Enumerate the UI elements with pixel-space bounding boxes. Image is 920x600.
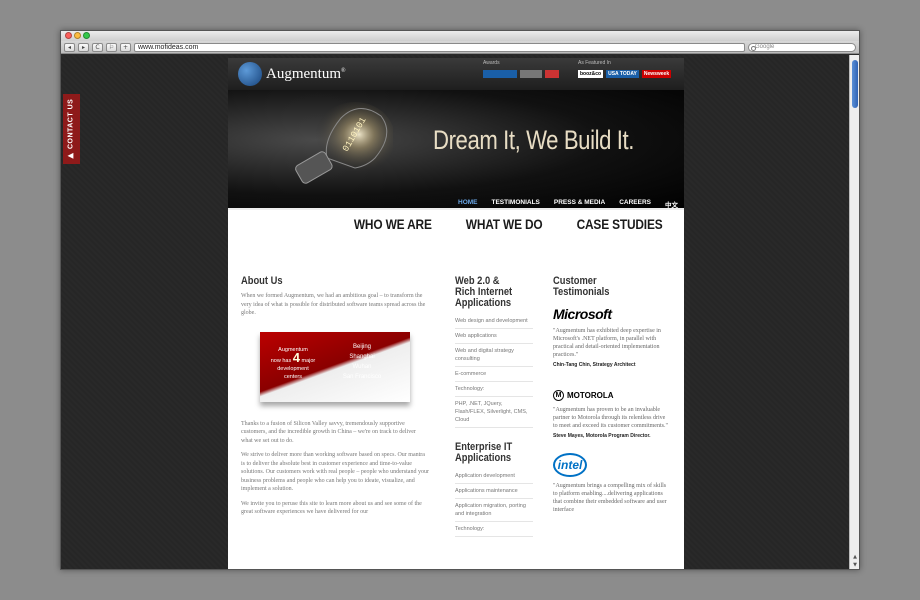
slide-line4: development xyxy=(277,365,309,372)
testimonial-author: Chin-Tang Chin, Strategy Architect xyxy=(553,362,636,368)
augmentum-logo[interactable]: Augmentum® xyxy=(238,62,346,86)
about-title: About Us xyxy=(241,275,283,287)
featured-badge-newsweek: Newsweek xyxy=(641,70,672,78)
slide-number: 4 xyxy=(292,349,300,365)
bookmark-button[interactable]: ⚐ xyxy=(106,42,117,52)
hero-slogan: Dream It, We Build It. xyxy=(433,125,634,155)
browser-window: ◂ ▸ C ⚐ + www.mofideas.com Google ▶ CONT… xyxy=(60,30,860,570)
service-item[interactable]: Web and digital strategy consulting xyxy=(455,344,533,367)
logo-text: Augmentum xyxy=(266,65,341,82)
city-beijing: Beijing xyxy=(352,343,371,350)
hero-banner: 0110101 Dream It, We Build It. HOME TEST… xyxy=(228,90,684,210)
service-item[interactable]: Web applications xyxy=(455,329,533,344)
title-bar xyxy=(61,31,859,41)
add-bookmark-button[interactable]: + xyxy=(120,42,131,52)
service-item: PHP, .NET, JQuery, Flash/FLEX, Silverlig… xyxy=(455,397,533,428)
service-item[interactable]: E-commerce xyxy=(455,367,533,382)
web-viewport: ▶ CONTACT US Augmentum® Awards As Featur… xyxy=(61,55,851,569)
menu-case-studies[interactable]: CASE STUDIES xyxy=(577,216,663,232)
minimize-window-icon[interactable] xyxy=(74,32,81,39)
service-item[interactable]: Application migration, porting and integ… xyxy=(455,499,533,522)
registered-mark: ® xyxy=(341,67,346,74)
scroll-up-icon[interactable]: ▲ xyxy=(851,554,859,561)
city-shanghai: Shanghai xyxy=(349,353,375,360)
section-menu: WHO WE ARE WHAT WE DO CASE STUDIES xyxy=(228,210,684,238)
service-item[interactable]: Application development xyxy=(455,469,533,484)
scrollbar-thumb[interactable] xyxy=(852,60,858,108)
close-window-icon[interactable] xyxy=(65,32,72,39)
motorola-m-icon: M xyxy=(553,390,564,401)
lightbulb-icon: 0110101 xyxy=(295,102,393,184)
featured-badge-usatoday: USA TODAY xyxy=(606,70,639,78)
about-intro: When we formed Augmentum, we had an ambi… xyxy=(241,293,426,316)
centers-graphic: Augmentum now has 4 major development ce… xyxy=(260,331,410,402)
award-badge-2 xyxy=(520,70,542,78)
address-bar[interactable]: www.mofideas.com xyxy=(134,42,745,52)
services-column: Web 2.0 & Rich Internet Applications Web… xyxy=(455,276,533,537)
site-header: Augmentum® Awards As Featured In booz&co… xyxy=(228,58,684,90)
microsoft-logo: Microsoft xyxy=(553,306,612,322)
motorola-name: MOTOROLA xyxy=(567,391,614,400)
award-badge-3 xyxy=(545,70,559,78)
city-wuhan: Wuhan xyxy=(352,363,372,370)
reload-button[interactable]: C xyxy=(92,42,103,52)
web-services-list: Web design and development Web applicati… xyxy=(455,314,533,428)
about-p4: We invite you to peruse this site to lea… xyxy=(241,500,422,516)
testimonial-quote: "Augmentum brings a compelling mix of sk… xyxy=(553,483,667,513)
slide-line3: major xyxy=(301,357,316,364)
vertical-scrollbar[interactable]: ▲ ▼ xyxy=(849,55,859,569)
search-field[interactable]: Google xyxy=(748,42,856,52)
intel-logo: intel xyxy=(553,453,587,477)
motorola-logo: M MOTOROLA xyxy=(553,390,671,401)
enterprise-services-list: Application development Applications mai… xyxy=(455,469,533,537)
about-p3: We strive to deliver more than working s… xyxy=(241,452,429,492)
scroll-down-icon[interactable]: ▼ xyxy=(851,562,859,569)
forward-button[interactable]: ▸ xyxy=(78,42,89,52)
contact-us-tab[interactable]: ▶ CONTACT US xyxy=(63,94,80,164)
service-item: Technology: xyxy=(455,522,533,537)
about-column: About Us When we formed Augmentum, we ha… xyxy=(241,276,429,523)
about-p2: Thanks to a fusion of Silicon Valley sav… xyxy=(241,420,416,444)
testimonial-quote: "Augmentum has exhibited deep expertise … xyxy=(553,328,661,358)
main-content: About Us When we formed Augmentum, we ha… xyxy=(228,238,684,569)
testimonials-title: Customer Testimonials xyxy=(553,275,610,298)
menu-who-we-are[interactable]: WHO WE ARE xyxy=(354,216,432,232)
testimonials-column: Customer Testimonials Microsoft "Augment… xyxy=(553,276,671,514)
hero-divider xyxy=(228,208,684,210)
slide-line5: centers xyxy=(283,373,303,380)
awards-badges xyxy=(483,70,559,78)
service-item[interactable]: Web design and development xyxy=(455,314,533,329)
zoom-window-icon[interactable] xyxy=(83,32,90,39)
awards-label: Awards xyxy=(483,60,500,66)
slide-line2: now has xyxy=(270,357,292,364)
featured-label: As Featured In xyxy=(578,60,611,66)
logo-mark-icon xyxy=(238,62,262,86)
award-badge-1 xyxy=(483,70,517,78)
city-san-francisco: San Francisco xyxy=(342,373,382,380)
service-item: Technology: xyxy=(455,382,533,397)
enterprise-title: Enterprise IT Applications xyxy=(455,441,513,464)
web-apps-title: Web 2.0 & Rich Internet Applications xyxy=(455,275,513,309)
testimonial-quote: "Augmentum has proven to be an invaluabl… xyxy=(553,407,668,429)
cities-list: Beijing Shanghai Wuhan San Francisco xyxy=(332,342,392,382)
menu-what-we-do[interactable]: WHAT WE DO xyxy=(465,216,542,232)
service-item[interactable]: Applications maintenance xyxy=(455,484,533,499)
featured-badges: booz&co USA TODAY Newsweek xyxy=(578,70,672,78)
website-page: Augmentum® Awards As Featured In booz&co… xyxy=(228,58,684,569)
featured-badge-booz: booz&co xyxy=(578,70,604,78)
browser-toolbar: ◂ ▸ C ⚐ + www.mofideas.com Google xyxy=(61,41,859,54)
back-button[interactable]: ◂ xyxy=(64,42,75,52)
testimonial-author: Steve Mayes, Motorola Program Director. xyxy=(553,433,651,439)
